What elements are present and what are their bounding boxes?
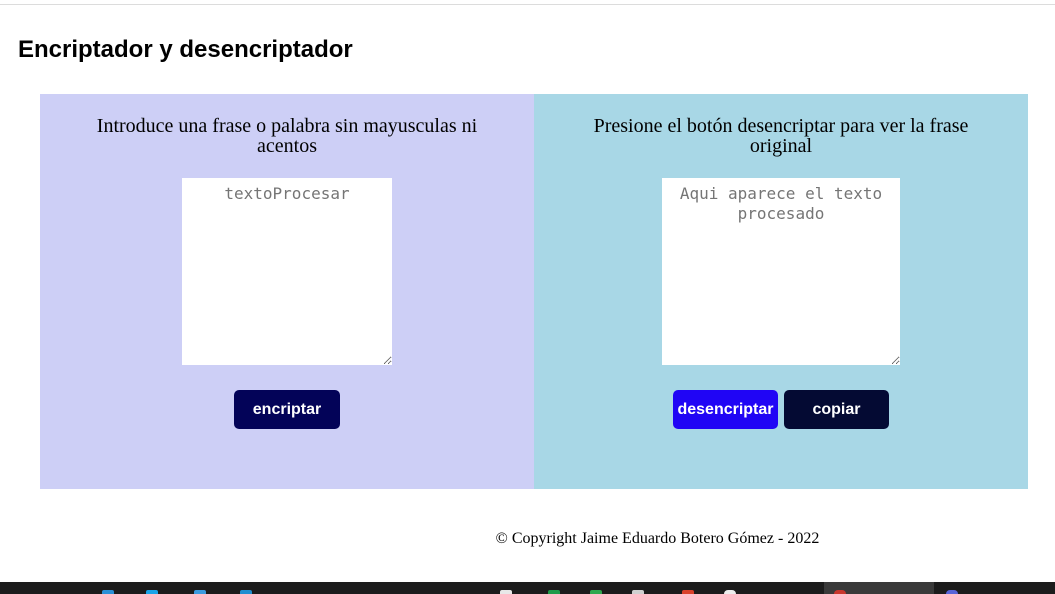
page-title: Encriptador y desencriptador [18,36,353,63]
encrypt-panel: Introduce una frase o palabra sin mayusc… [40,94,534,489]
decrypt-button[interactable]: desencriptar [673,390,778,429]
output-textarea[interactable] [662,178,900,365]
taskbar-app-icon[interactable] [834,590,846,594]
taskbar-app-icon[interactable] [682,590,694,594]
taskbar-app-icon[interactable] [500,590,512,594]
taskbar-app-icon[interactable] [946,590,958,594]
os-taskbar [0,582,1055,594]
copy-button[interactable]: copiar [784,390,889,429]
taskbar-app-icon[interactable] [240,590,252,594]
taskbar-app-icon[interactable] [590,590,602,594]
taskbar-app-icon[interactable] [102,590,114,594]
taskbar-app-icon[interactable] [632,590,644,594]
encrypt-button[interactable]: encriptar [234,390,340,429]
taskbar-app-icon[interactable] [724,590,736,594]
footer-copyright: © Copyright Jaime Eduardo Botero Gómez -… [495,530,820,547]
taskbar-app-icon[interactable] [146,590,158,594]
taskbar-app-icon[interactable] [194,590,206,594]
taskbar-app-icon[interactable] [548,590,560,594]
input-textarea[interactable] [182,178,392,365]
decrypt-panel: Presione el botón desencriptar para ver … [534,94,1028,489]
decrypt-instruction: Presione el botón desencriptar para ver … [593,115,969,157]
top-divider [0,4,1055,5]
encrypt-instruction: Introduce una frase o palabra sin mayusc… [96,115,478,157]
